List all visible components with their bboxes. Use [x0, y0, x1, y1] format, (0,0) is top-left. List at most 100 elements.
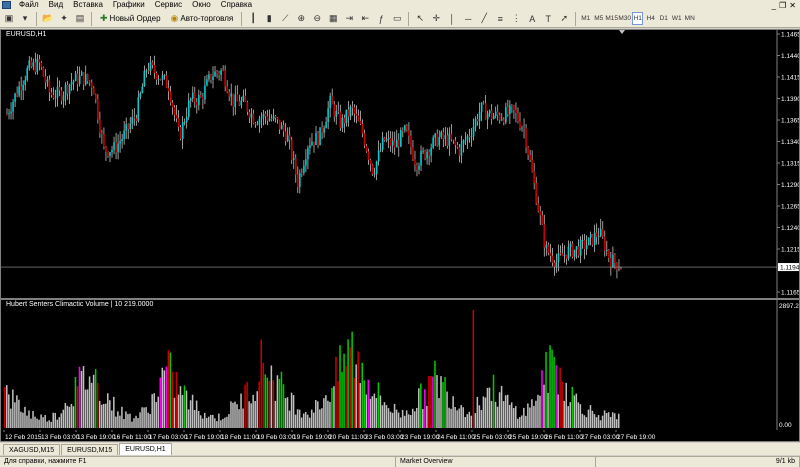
price-tick-label: 1.1465	[781, 32, 799, 39]
candle-body	[226, 86, 228, 93]
chart-shift-icon[interactable]: ⇤	[358, 12, 372, 26]
line-chart-icon[interactable]: ⟋	[278, 12, 292, 26]
timeframe-m30[interactable]: M30	[618, 12, 631, 25]
candle-body	[10, 111, 12, 114]
fibonacci-icon[interactable]: ⋮	[509, 12, 523, 26]
volume-bar	[205, 417, 208, 428]
bar-chart-icon[interactable]: ┃	[246, 12, 260, 26]
candle-body	[30, 60, 33, 67]
minimize-icon[interactable]: _	[772, 1, 776, 10]
timeframe-m1[interactable]: M1	[580, 12, 591, 25]
tile-windows-icon[interactable]: ▦	[326, 12, 340, 26]
candle-body	[278, 119, 281, 130]
autoscroll-icon[interactable]: ⇥	[342, 12, 356, 26]
candle-body	[268, 118, 271, 121]
arrows-tool-icon[interactable]: ➚	[557, 12, 571, 26]
candle-body	[486, 113, 489, 120]
candle-chart-icon[interactable]: ▮	[262, 12, 276, 26]
volume-bar	[434, 360, 436, 428]
volume-bar	[125, 411, 127, 428]
candle-body	[579, 240, 582, 256]
volume-bar	[426, 405, 428, 428]
volume-bar	[460, 405, 462, 428]
price-panel[interactable]: 1.1465 1.1440 1.1415 1.1390 1.1365 1.1340 1.13…	[1, 30, 799, 298]
timeframe-w1[interactable]: W1	[671, 12, 682, 25]
zoom-in-icon[interactable]: ⊕	[294, 12, 308, 26]
volume-bar	[236, 404, 238, 428]
close-icon[interactable]: ✕	[789, 1, 796, 10]
menu-bar: Файл Вид Вставка Графики Сервис Окно Спр…	[0, 0, 800, 10]
volume-bar	[179, 386, 182, 428]
volume-bar	[139, 412, 141, 428]
timeframe-h1[interactable]: H1	[632, 12, 644, 25]
app-icon[interactable]	[2, 1, 11, 9]
timeframe-h4[interactable]: H4	[645, 12, 656, 25]
menu-help[interactable]: Справка	[216, 0, 257, 10]
candle-body	[301, 172, 303, 174]
menu-view[interactable]: Вид	[44, 0, 68, 10]
open-folder-icon[interactable]: 📂	[41, 12, 55, 26]
volume-bar	[333, 386, 335, 428]
volume-bar	[504, 395, 507, 428]
menu-file[interactable]: Файл	[14, 0, 44, 10]
candle-body	[559, 253, 562, 255]
crosshair-icon[interactable]: ✛	[429, 12, 443, 26]
candle-body	[480, 102, 483, 113]
candle-body	[101, 133, 103, 135]
volume-bar	[28, 410, 30, 428]
new-chart-icon[interactable]: ▣	[2, 12, 16, 26]
new-order-button[interactable]: ✚ Новый Ордер	[96, 11, 165, 26]
restore-icon[interactable]: ❐	[779, 1, 786, 10]
volume-bar	[193, 410, 196, 428]
volume-chart[interactable]: 2897.25 0.00	[1, 300, 800, 430]
volume-bar	[389, 411, 392, 428]
timeframe-mn[interactable]: MN	[684, 12, 695, 25]
volume-bar	[523, 407, 525, 428]
horizontal-line-icon[interactable]: ─	[461, 12, 475, 26]
candle-body	[48, 79, 51, 93]
volume-bar	[486, 387, 489, 428]
candle-body	[472, 126, 475, 137]
menu-insert[interactable]: Вставка	[68, 0, 108, 10]
channel-icon[interactable]: ≡	[493, 12, 507, 26]
new-order-icon: ✚	[100, 13, 108, 23]
menu-tools[interactable]: Сервис	[150, 0, 187, 10]
indicators-icon[interactable]: ƒ	[374, 12, 388, 26]
volume-bar	[44, 414, 46, 428]
chart-window[interactable]: 1.1465 1.1440 1.1415 1.1390 1.1365 1.1340 1.13…	[0, 29, 800, 442]
volume-bar	[187, 409, 190, 428]
templates-icon[interactable]: ▭	[390, 12, 404, 26]
timeframe-d1[interactable]: D1	[658, 12, 669, 25]
auto-trading-button[interactable]: ◉ Авто-торговля	[167, 11, 238, 26]
volume-bar	[391, 412, 394, 428]
timeframe-m5[interactable]: M5	[593, 12, 604, 25]
menu-charts[interactable]: Графики	[108, 0, 150, 10]
star-icon[interactable]: ✦	[57, 12, 71, 26]
navigator-icon[interactable]: ▤	[73, 12, 87, 26]
cursor-icon[interactable]: ↖	[413, 12, 427, 26]
volume-bar	[525, 415, 527, 428]
volume-bar	[327, 400, 329, 428]
timeframe-m15[interactable]: M15	[605, 12, 618, 25]
volume-bar	[262, 362, 265, 428]
label-tool-icon[interactable]: T	[541, 12, 555, 26]
candle-body	[529, 155, 531, 161]
volume-bar	[506, 394, 509, 428]
menu-window[interactable]: Окно	[187, 0, 216, 10]
candle-body	[499, 115, 501, 120]
trendline-icon[interactable]: ╱	[477, 12, 491, 26]
tab-eurusd-m15[interactable]: EURUSD,M15	[61, 444, 119, 455]
volume-bar	[8, 394, 10, 428]
text-tool-icon[interactable]: A	[525, 12, 539, 26]
price-chart[interactable]: 1.1465 1.1440 1.1415 1.1390 1.1365 1.1340 1.13…	[1, 30, 799, 298]
candle-body	[99, 119, 101, 134]
zoom-out-icon[interactable]: ⊖	[310, 12, 324, 26]
tab-xagusd-m15[interactable]: XAGUSD,M15	[3, 444, 61, 455]
candle-body	[139, 93, 142, 98]
volume-panel[interactable]: 2897.25 0.00 Hubert Senters Climactic Vol…	[1, 300, 800, 430]
profiles-icon[interactable]: ▾	[18, 12, 32, 26]
vertical-line-icon[interactable]: │	[445, 12, 459, 26]
tab-eurusd-h1[interactable]: EURUSD,H1	[119, 443, 172, 455]
volume-bar	[292, 395, 295, 428]
candle-body	[86, 74, 89, 81]
